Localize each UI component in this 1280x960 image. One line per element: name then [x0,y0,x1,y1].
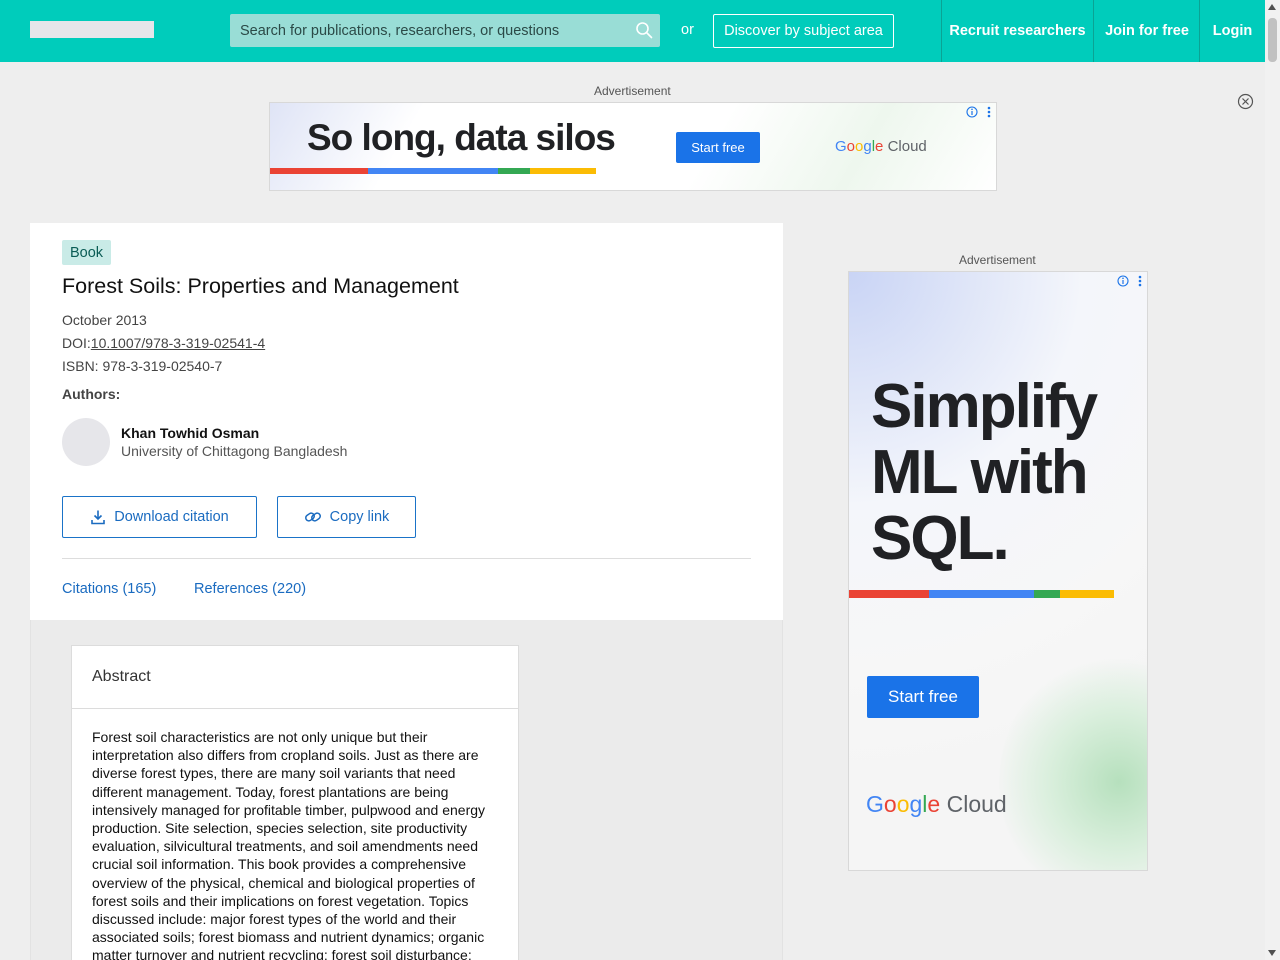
abstract-card: Abstract Forest soil characteristics are… [71,645,519,960]
top-ad-options-icon[interactable] [982,105,996,119]
top-banner-ad[interactable]: So long, data silos Start free Google Cl… [269,102,997,191]
download-icon [91,510,106,525]
side-ad-info-icon[interactable] [1117,274,1131,288]
side-ad-bar-segment [1060,590,1114,598]
or-separator: or [681,22,694,38]
top-ad-google-cloud-logo: Google Cloud [835,138,927,155]
side-ad-bar-segment [929,590,1034,598]
search-box [230,14,660,47]
top-ad-bar-segment [270,168,368,174]
link-icon [304,512,321,522]
discover-by-subject-button[interactable]: Discover by subject area [713,14,894,48]
copy-link-button[interactable]: Copy link [277,496,416,538]
side-ad-bar-segment [849,590,929,598]
top-ad-start-free-button[interactable]: Start free [676,132,760,163]
author-affiliation: University of Chittagong Bangladesh [121,443,348,459]
scroll-up-arrow-icon[interactable] [1268,4,1276,10]
side-ad-bar-segment [1034,590,1060,598]
section-divider [62,558,751,559]
top-ad-info-icon[interactable] [966,105,980,119]
side-ad-background-glow [999,652,1147,870]
search-input[interactable] [230,14,630,47]
login-link[interactable]: Login [1199,0,1265,62]
site-logo[interactable] [30,21,154,38]
page-scrollbar[interactable] [1265,0,1280,960]
side-ad-label: Advertisement [959,253,1036,267]
side-ad-color-bar [849,590,1114,598]
top-navigation-bar: or Discover by subject area Recruit rese… [0,0,1265,62]
side-ad-headline: Simplify ML with SQL. [871,372,1098,573]
publication-date: October 2013 [62,312,147,328]
publication-isbn: ISBN: 978-3-319-02540-7 [62,358,223,374]
abstract-divider [72,708,518,709]
publication-header-card: Book Forest Soils: Properties and Manage… [30,223,783,620]
publication-title: Forest Soils: Properties and Management [62,274,459,298]
recruit-researchers-link[interactable]: Recruit researchers [941,0,1093,62]
side-ad-start-free-button[interactable]: Start free [867,676,979,718]
author-name[interactable]: Khan Towhid Osman [121,425,259,441]
download-citation-label: Download citation [114,509,229,525]
top-ad-bar-segment [498,168,530,174]
side-ad-options-icon[interactable] [1133,274,1147,288]
top-ad-color-bar [270,168,596,174]
abstract-heading: Abstract [92,668,151,685]
abstract-text: Forest soil characteristics are not only… [92,729,486,960]
scroll-thumb[interactable] [1268,18,1277,62]
top-ad-bar-segment [368,168,498,174]
download-citation-button[interactable]: Download citation [62,496,257,538]
publication-doi: DOI:10.1007/978-3-319-02541-4 [62,335,265,351]
author-avatar[interactable] [62,418,110,466]
side-ad-google-cloud-logo: Google Cloud [866,791,1007,817]
top-ad-bar-segment [530,168,596,174]
top-ad-headline: So long, data silos [307,117,616,158]
join-for-free-link[interactable]: Join for free [1093,0,1200,62]
authors-label: Authors: [62,386,121,402]
tab-references[interactable]: References (220) [194,581,306,597]
close-ad-icon[interactable] [1237,93,1254,110]
tab-citations[interactable]: Citations (165) [62,581,156,597]
scroll-down-arrow-icon[interactable] [1268,950,1276,956]
top-ad-label: Advertisement [594,84,671,98]
doi-link[interactable]: 10.1007/978-3-319-02541-4 [91,335,265,351]
side-banner-ad[interactable]: Simplify ML with SQL. Start free Google … [848,271,1148,871]
search-icon[interactable] [635,21,653,39]
doi-prefix: DOI: [62,335,91,351]
publication-type-badge: Book [62,240,112,265]
copy-link-label: Copy link [329,509,390,525]
